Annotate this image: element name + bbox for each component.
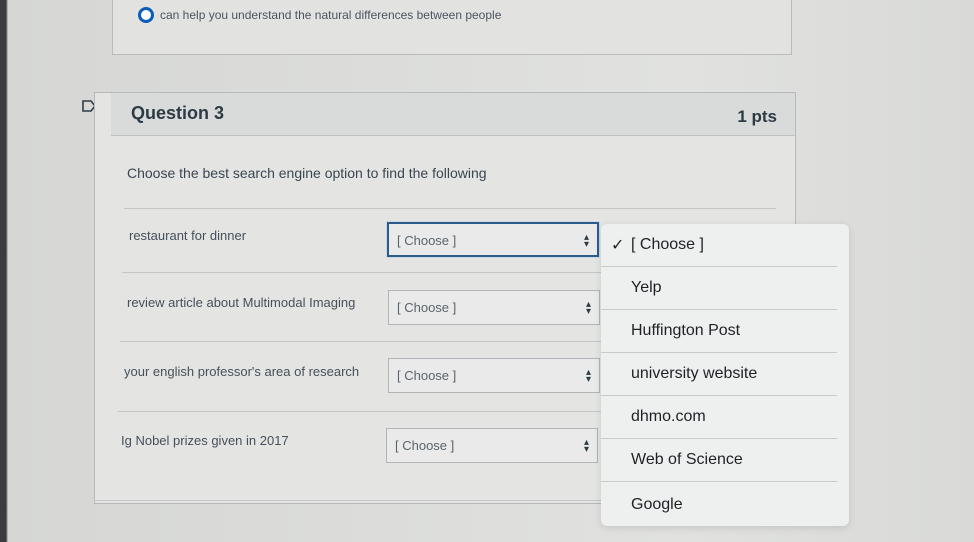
question-points: 1 pts bbox=[737, 107, 777, 126]
select-value: [ Choose ] bbox=[397, 233, 457, 248]
match-select-3[interactable]: [ Choose ] ▴ ▾ bbox=[388, 358, 600, 393]
dropdown-option[interactable]: Web of Science bbox=[601, 439, 837, 482]
select-arrows-icon: ▴ ▾ bbox=[583, 232, 589, 250]
previous-answer-text: can help you understand the natural diff… bbox=[160, 8, 502, 22]
divider bbox=[118, 411, 602, 412]
select-value: [ Choose ] bbox=[395, 438, 455, 453]
match-row-label: review article about Multimodal Imaging bbox=[127, 295, 356, 310]
match-select-1[interactable]: [ Choose ] ▴ ▾ bbox=[387, 222, 599, 257]
select-arrows-icon: ▴ ▾ bbox=[585, 367, 591, 385]
selected-radio-icon[interactable] bbox=[138, 7, 154, 23]
match-row-label: restaurant for dinner bbox=[129, 228, 247, 243]
match-select-2[interactable]: [ Choose ] ▴ ▾ bbox=[388, 290, 600, 325]
question-header: Question 3 1 pts bbox=[111, 93, 795, 136]
dropdown-option[interactable]: Google bbox=[601, 483, 837, 526]
select-value: [ Choose ] bbox=[397, 368, 457, 383]
checkmark-icon: ✓ bbox=[611, 237, 625, 254]
select-arrows-icon: ▴ ▾ bbox=[585, 299, 591, 317]
question-prompt: Choose the best search engine option to … bbox=[127, 165, 487, 181]
dropdown-option[interactable]: Yelp bbox=[601, 267, 837, 310]
match-row-label: Ig Nobel prizes given in 2017 bbox=[121, 433, 289, 448]
match-row-label: your english professor's area of researc… bbox=[124, 364, 360, 379]
select-arrows-icon: ▴ ▾ bbox=[583, 437, 589, 455]
match-select-4[interactable]: [ Choose ] ▴ ▾ bbox=[386, 428, 598, 463]
dropdown-option[interactable]: Huffington Post bbox=[601, 310, 837, 353]
dropdown-option[interactable]: ✓ [ Choose ] bbox=[601, 224, 837, 267]
divider bbox=[122, 272, 602, 273]
divider bbox=[124, 208, 776, 209]
question-title: Question 3 bbox=[131, 103, 225, 123]
previous-answer[interactable]: can help you understand the natural diff… bbox=[138, 7, 501, 23]
dropdown-option[interactable]: university website bbox=[601, 353, 837, 396]
divider bbox=[94, 500, 602, 501]
dropdown-option[interactable]: dhmo.com bbox=[601, 396, 837, 439]
select-value: [ Choose ] bbox=[397, 300, 457, 315]
divider bbox=[120, 341, 602, 342]
dropdown-menu: ✓ [ Choose ] Yelp Huffington Post univer… bbox=[601, 224, 849, 526]
